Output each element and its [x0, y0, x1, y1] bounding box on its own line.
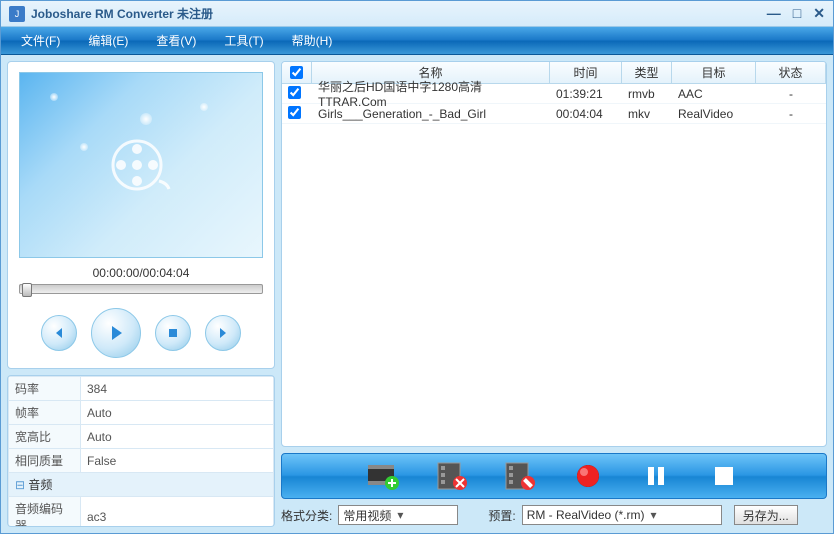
- prop-val[interactable]: False: [81, 449, 274, 473]
- prop-val[interactable]: ac3: [81, 497, 274, 528]
- format-select[interactable]: 常用视频: [338, 505, 458, 525]
- pause-button[interactable]: [638, 459, 674, 493]
- prop-key: 音频编码器: [9, 497, 81, 528]
- title-bar: J Joboshare RM Converter 未注册 — □ ✕: [1, 1, 833, 27]
- film-reel-icon: [109, 133, 173, 197]
- cell-name: Girls___Generation_-_Bad_Girl: [312, 105, 550, 123]
- col-target[interactable]: 目标: [672, 62, 756, 83]
- prop-key: 宽高比: [9, 425, 81, 449]
- properties-panel[interactable]: 码率384帧率Auto宽高比Auto相同质量False音频音频编码器ac3码率1…: [7, 375, 275, 527]
- prop-group[interactable]: 音频: [9, 473, 274, 497]
- menu-view[interactable]: 查看(V): [142, 28, 210, 53]
- prev-button[interactable]: [41, 315, 77, 351]
- col-status[interactable]: 状态: [756, 62, 826, 83]
- col-check[interactable]: [282, 62, 312, 83]
- stop-action-button[interactable]: [706, 459, 742, 493]
- maximize-button[interactable]: □: [793, 5, 801, 22]
- cell-type: mkv: [622, 105, 672, 123]
- remove-file-button[interactable]: [434, 459, 470, 493]
- cell-target: AAC: [672, 85, 756, 103]
- cell-target: RealVideo: [672, 105, 756, 123]
- window-title: Joboshare RM Converter 未注册: [31, 5, 767, 22]
- bottom-bar: 格式分类: 常用视频 预置: RM - RealVideo (*.rm) 另存为…: [281, 503, 827, 527]
- preview-image: [19, 72, 263, 258]
- preview-panel: 00:00:00/00:04:04: [7, 61, 275, 369]
- save-as-button[interactable]: 另存为...: [734, 505, 798, 525]
- menu-edit[interactable]: 编辑(E): [74, 28, 142, 53]
- menu-file[interactable]: 文件(F): [7, 28, 74, 53]
- cell-status: -: [756, 85, 826, 103]
- cell-type: rmvb: [622, 85, 672, 103]
- cell-status: -: [756, 105, 826, 123]
- file-list-panel: 名称 时间 类型 目标 状态 华丽之后HD国语中字1280高清 TTRAR.Co…: [281, 61, 827, 447]
- seek-bar[interactable]: [19, 284, 263, 294]
- preset-label: 预置:: [488, 507, 515, 524]
- prop-val[interactable]: Auto: [81, 401, 274, 425]
- timecode: 00:00:00/00:04:04: [93, 266, 190, 280]
- menu-tools[interactable]: 工具(T): [210, 28, 277, 53]
- table-row[interactable]: 华丽之后HD国语中字1280高清 TTRAR.Com01:39:21rmvbAA…: [282, 84, 826, 104]
- preset-select[interactable]: RM - RealVideo (*.rm): [522, 505, 722, 525]
- play-button[interactable]: [91, 308, 141, 358]
- prop-key: 相同质量: [9, 449, 81, 473]
- stop-button[interactable]: [155, 315, 191, 351]
- close-button[interactable]: ✕: [813, 5, 825, 22]
- clear-list-button[interactable]: [502, 459, 538, 493]
- add-file-button[interactable]: [366, 459, 402, 493]
- cell-time: 00:04:04: [550, 105, 622, 123]
- menu-help[interactable]: 帮助(H): [278, 28, 347, 53]
- prop-key: 帧率: [9, 401, 81, 425]
- table-body: 华丽之后HD国语中字1280高清 TTRAR.Com01:39:21rmvbAA…: [282, 84, 826, 446]
- col-type[interactable]: 类型: [622, 62, 672, 83]
- app-icon: J: [9, 6, 25, 22]
- prop-key: 码率: [9, 377, 81, 401]
- table-row[interactable]: Girls___Generation_-_Bad_Girl00:04:04mkv…: [282, 104, 826, 124]
- menu-bar: 文件(F) 编辑(E) 查看(V) 工具(T) 帮助(H): [1, 27, 833, 55]
- prop-val[interactable]: Auto: [81, 425, 274, 449]
- cell-time: 01:39:21: [550, 85, 622, 103]
- prop-val[interactable]: 384: [81, 377, 274, 401]
- minimize-button[interactable]: —: [767, 5, 781, 22]
- col-time[interactable]: 时间: [550, 62, 622, 83]
- format-label: 格式分类:: [281, 507, 332, 524]
- action-bar: [281, 453, 827, 499]
- record-button[interactable]: [570, 459, 606, 493]
- next-button[interactable]: [205, 315, 241, 351]
- seek-knob[interactable]: [22, 283, 32, 297]
